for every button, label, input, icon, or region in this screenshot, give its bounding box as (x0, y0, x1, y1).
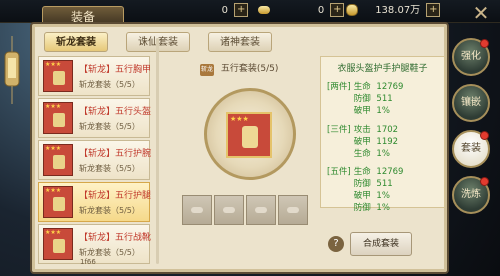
attr-key: 破甲 (353, 137, 371, 147)
attr-key: 生命 (353, 167, 371, 177)
item-name: 【斩龙】五行胸甲 (79, 65, 152, 75)
attr-value: 1% (376, 106, 390, 116)
item-name: 【斩龙】五行战靴 (79, 233, 152, 243)
notification-dot (480, 131, 489, 140)
list-item[interactable]: ★★★ 【斩龙】五行护腕 斩龙套装（5/5） (38, 140, 152, 180)
equipment-icon: ★★★ (43, 144, 73, 176)
attr-value: 511 (376, 94, 393, 104)
info-row: 破甲 1% (327, 189, 390, 201)
center-header: 斩龙 五行套装(5/5) (200, 61, 278, 76)
close-icon[interactable]: ✕ (468, 0, 494, 26)
item-name: 【斩龙】五行头盔 (79, 107, 152, 117)
attr-value: 1% (376, 203, 390, 213)
set-badge: 斩龙 (200, 64, 214, 76)
info-row: 破甲 1192 (327, 135, 398, 147)
tab-label: 套装 (461, 143, 481, 154)
equipment-icon: ★★★ (43, 60, 73, 92)
craft-set-button[interactable]: 合成套装 (350, 232, 412, 256)
item-name: 【斩龙】五行护腿 (79, 191, 152, 201)
info-row: 防御 1% (327, 201, 390, 213)
attr-value: 1192 (376, 137, 399, 147)
attr-key: 破甲 (353, 191, 371, 201)
tab-strengthen[interactable]: 强化 (452, 38, 490, 76)
currency-1-amount: 0 (221, 5, 228, 16)
slot-icon (191, 207, 203, 213)
game-ui: 0 + 0 + 138.07万 + ✕ 装备 斩龙套装 诛仙套装 诸神套装 (0, 0, 500, 276)
slot-icon (255, 207, 267, 213)
tab-label: 强化 (461, 51, 481, 62)
tab-label: 镶嵌 (461, 97, 481, 108)
attr-key: 生命 (353, 149, 371, 159)
attr-value: 1% (376, 191, 390, 201)
plus-icon[interactable]: + (426, 3, 441, 17)
tab-label: 洗炼 (461, 189, 481, 200)
info-row: 防御 511 (327, 92, 393, 104)
currency-2: 0 + (258, 3, 345, 19)
tab-inlay[interactable]: 镶嵌 (452, 84, 490, 122)
item-set: 斩龙套装（5/5） (79, 122, 140, 131)
info-row: [两件] 生命 12769 (327, 80, 403, 92)
item-set: 斩龙套装（5/5） (79, 164, 140, 173)
info-row: [三件] 攻击 1702 (327, 123, 398, 135)
tier-label: [五件] (327, 167, 351, 177)
tab-refine[interactable]: 洗炼 (452, 176, 490, 214)
info-row: 生命 1% (327, 147, 390, 159)
currency-3-amount: 138.07万 (375, 5, 421, 16)
set-info-panel: 衣服头盔护手护腿鞋子 [两件] 生命 12769 防御 511 破甲 1% [三… (320, 56, 445, 213)
currency-2-amount: 0 (317, 5, 325, 16)
slot-icon (223, 207, 235, 213)
attr-key: 防御 (353, 94, 371, 104)
plus-icon[interactable]: + (330, 3, 345, 17)
slot-3[interactable] (246, 195, 276, 225)
info-row: [五件] 生命 12769 (327, 165, 403, 177)
attr-value: 12769 (376, 82, 404, 92)
attr-key: 防御 (353, 203, 371, 213)
currency-3: 138.07万 + (346, 3, 441, 19)
bottom-number: 1f66 (80, 258, 96, 266)
info-row: 破甲 1% (327, 104, 390, 116)
attr-value: 1702 (376, 125, 399, 135)
currency-1: 0 + (180, 3, 249, 19)
equipment-icon: ★★★ (43, 102, 73, 134)
slot-4[interactable] (278, 195, 308, 225)
equipment-icon: ★★★ (43, 228, 73, 260)
set-progress: 五行套装(5/5) (220, 64, 279, 74)
equipment-list: ★★★ 【斩龙】五行胸甲 斩龙套装（5/5） ★★★ 【斩龙】五行头盔 斩龙套装… (8, 36, 151, 268)
attr-value: 511 (376, 179, 393, 189)
tab-set[interactable]: 套装 (452, 130, 490, 168)
scrollbar[interactable] (156, 38, 159, 264)
info-row: 防御 511 (327, 177, 393, 189)
center-equipment-icon[interactable]: ★★★ (226, 112, 272, 158)
list-item[interactable]: ★★★ 【斩龙】五行头盔 斩龙套装（5/5） (38, 98, 152, 138)
tab-zhushen[interactable]: 诸神套装 (208, 32, 272, 52)
attr-value: 12769 (376, 167, 404, 177)
plus-icon[interactable]: + (234, 3, 249, 17)
tier-label: [两件] (327, 82, 351, 92)
slot-2[interactable] (214, 195, 244, 225)
help-icon[interactable]: ? (328, 236, 344, 252)
slot-icon (287, 207, 299, 213)
coin-icon (346, 4, 358, 16)
attr-key: 攻击 (353, 125, 371, 135)
item-set: 斩龙套装（5/5） (79, 206, 140, 215)
equipment-icon: ★★★ (43, 186, 73, 218)
tier-label: [三件] (327, 125, 351, 135)
info-title: 衣服头盔护手护腿鞋子 (337, 64, 428, 74)
notification-dot (480, 39, 489, 48)
attr-key: 生命 (353, 82, 371, 92)
item-set: 斩龙套装（5/5） (79, 80, 140, 89)
list-item-selected[interactable]: ★★★ 【斩龙】五行护腿 斩龙套装（5/5） (38, 182, 152, 222)
slot-1[interactable] (182, 195, 212, 225)
attr-key: 破甲 (353, 106, 371, 116)
notification-dot (480, 177, 489, 186)
coin-icon (258, 6, 270, 14)
list-item[interactable]: ★★★ 【斩龙】五行胸甲 斩龙套装（5/5） (38, 56, 152, 96)
item-set: 斩龙套装（5/5） (79, 248, 140, 257)
attr-key: 防御 (353, 179, 371, 189)
side-tabs: 强化 镶嵌 套装 洗炼 (452, 30, 492, 230)
attr-value: 1% (376, 149, 390, 159)
item-name: 【斩龙】五行护腕 (79, 149, 152, 159)
